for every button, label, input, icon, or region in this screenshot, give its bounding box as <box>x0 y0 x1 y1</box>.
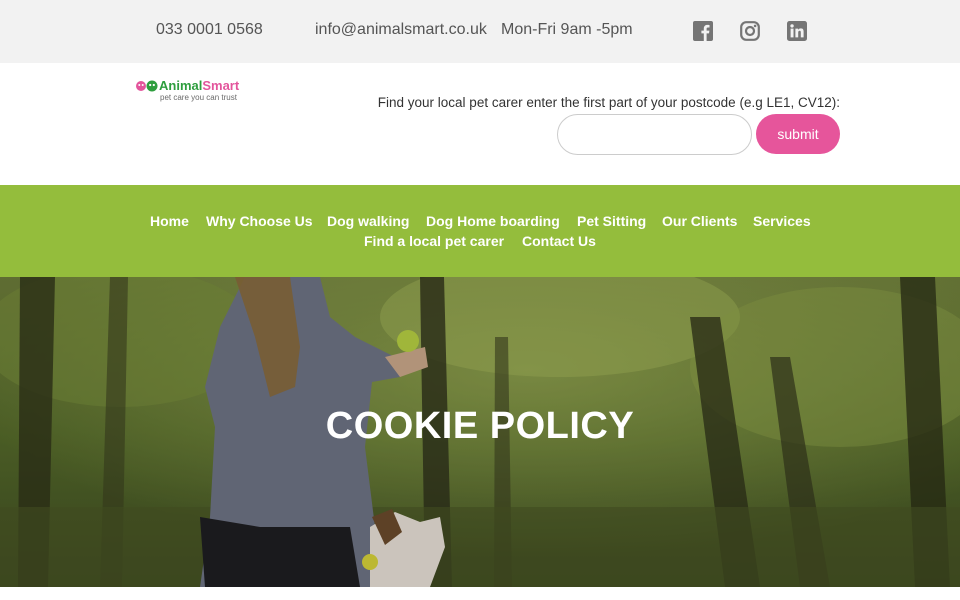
phone-number[interactable]: 033 0001 0568 <box>156 21 263 39</box>
submit-button[interactable]: submit <box>756 114 840 154</box>
logo-brand: AnimalSmart <box>159 78 240 93</box>
site-header: AnimalSmart pet care you can trust Find … <box>0 63 960 185</box>
nav-item-why-choose-us[interactable]: Why Choose Us <box>206 213 313 229</box>
page-title: COOKIE POLICY <box>325 405 635 447</box>
nav-item-home[interactable]: Home <box>150 213 189 229</box>
nav-item-dog-walking[interactable]: Dog walking <box>327 213 409 229</box>
logo-tagline: pet care you can trust <box>160 93 237 102</box>
content-start <box>0 587 960 600</box>
nav-item-dog-home-boarding[interactable]: Dog Home boarding <box>426 213 560 229</box>
top-bar: 033 0001 0568 info@animalsmart.co.uk Mon… <box>0 0 960 63</box>
facebook-icon[interactable] <box>693 21 713 41</box>
nav-item-find-pet-carer[interactable]: Find a local pet carer <box>364 233 504 249</box>
opening-hours: Mon-Fri 9am -5pm <box>501 21 633 38</box>
hero-banner: COOKIE POLICY <box>0 277 960 587</box>
nav-item-our-clients[interactable]: Our Clients <box>662 213 737 229</box>
postcode-input[interactable] <box>557 114 752 155</box>
logo-pets-icon <box>136 80 158 92</box>
instagram-icon[interactable] <box>740 21 760 41</box>
nav-item-pet-sitting[interactable]: Pet Sitting <box>577 213 646 229</box>
animalsmart-logo[interactable]: AnimalSmart pet care you can trust <box>135 78 250 104</box>
email-link[interactable]: info@animalsmart.co.uk <box>315 21 487 39</box>
nav-item-contact-us[interactable]: Contact Us <box>522 233 596 249</box>
nav-item-services[interactable]: Services <box>753 213 811 229</box>
postcode-search-label: Find your local pet carer enter the firs… <box>377 95 840 110</box>
main-navigation: Home Why Choose Us Dog walking Dog Home … <box>0 185 960 277</box>
linkedin-icon[interactable] <box>787 21 807 41</box>
